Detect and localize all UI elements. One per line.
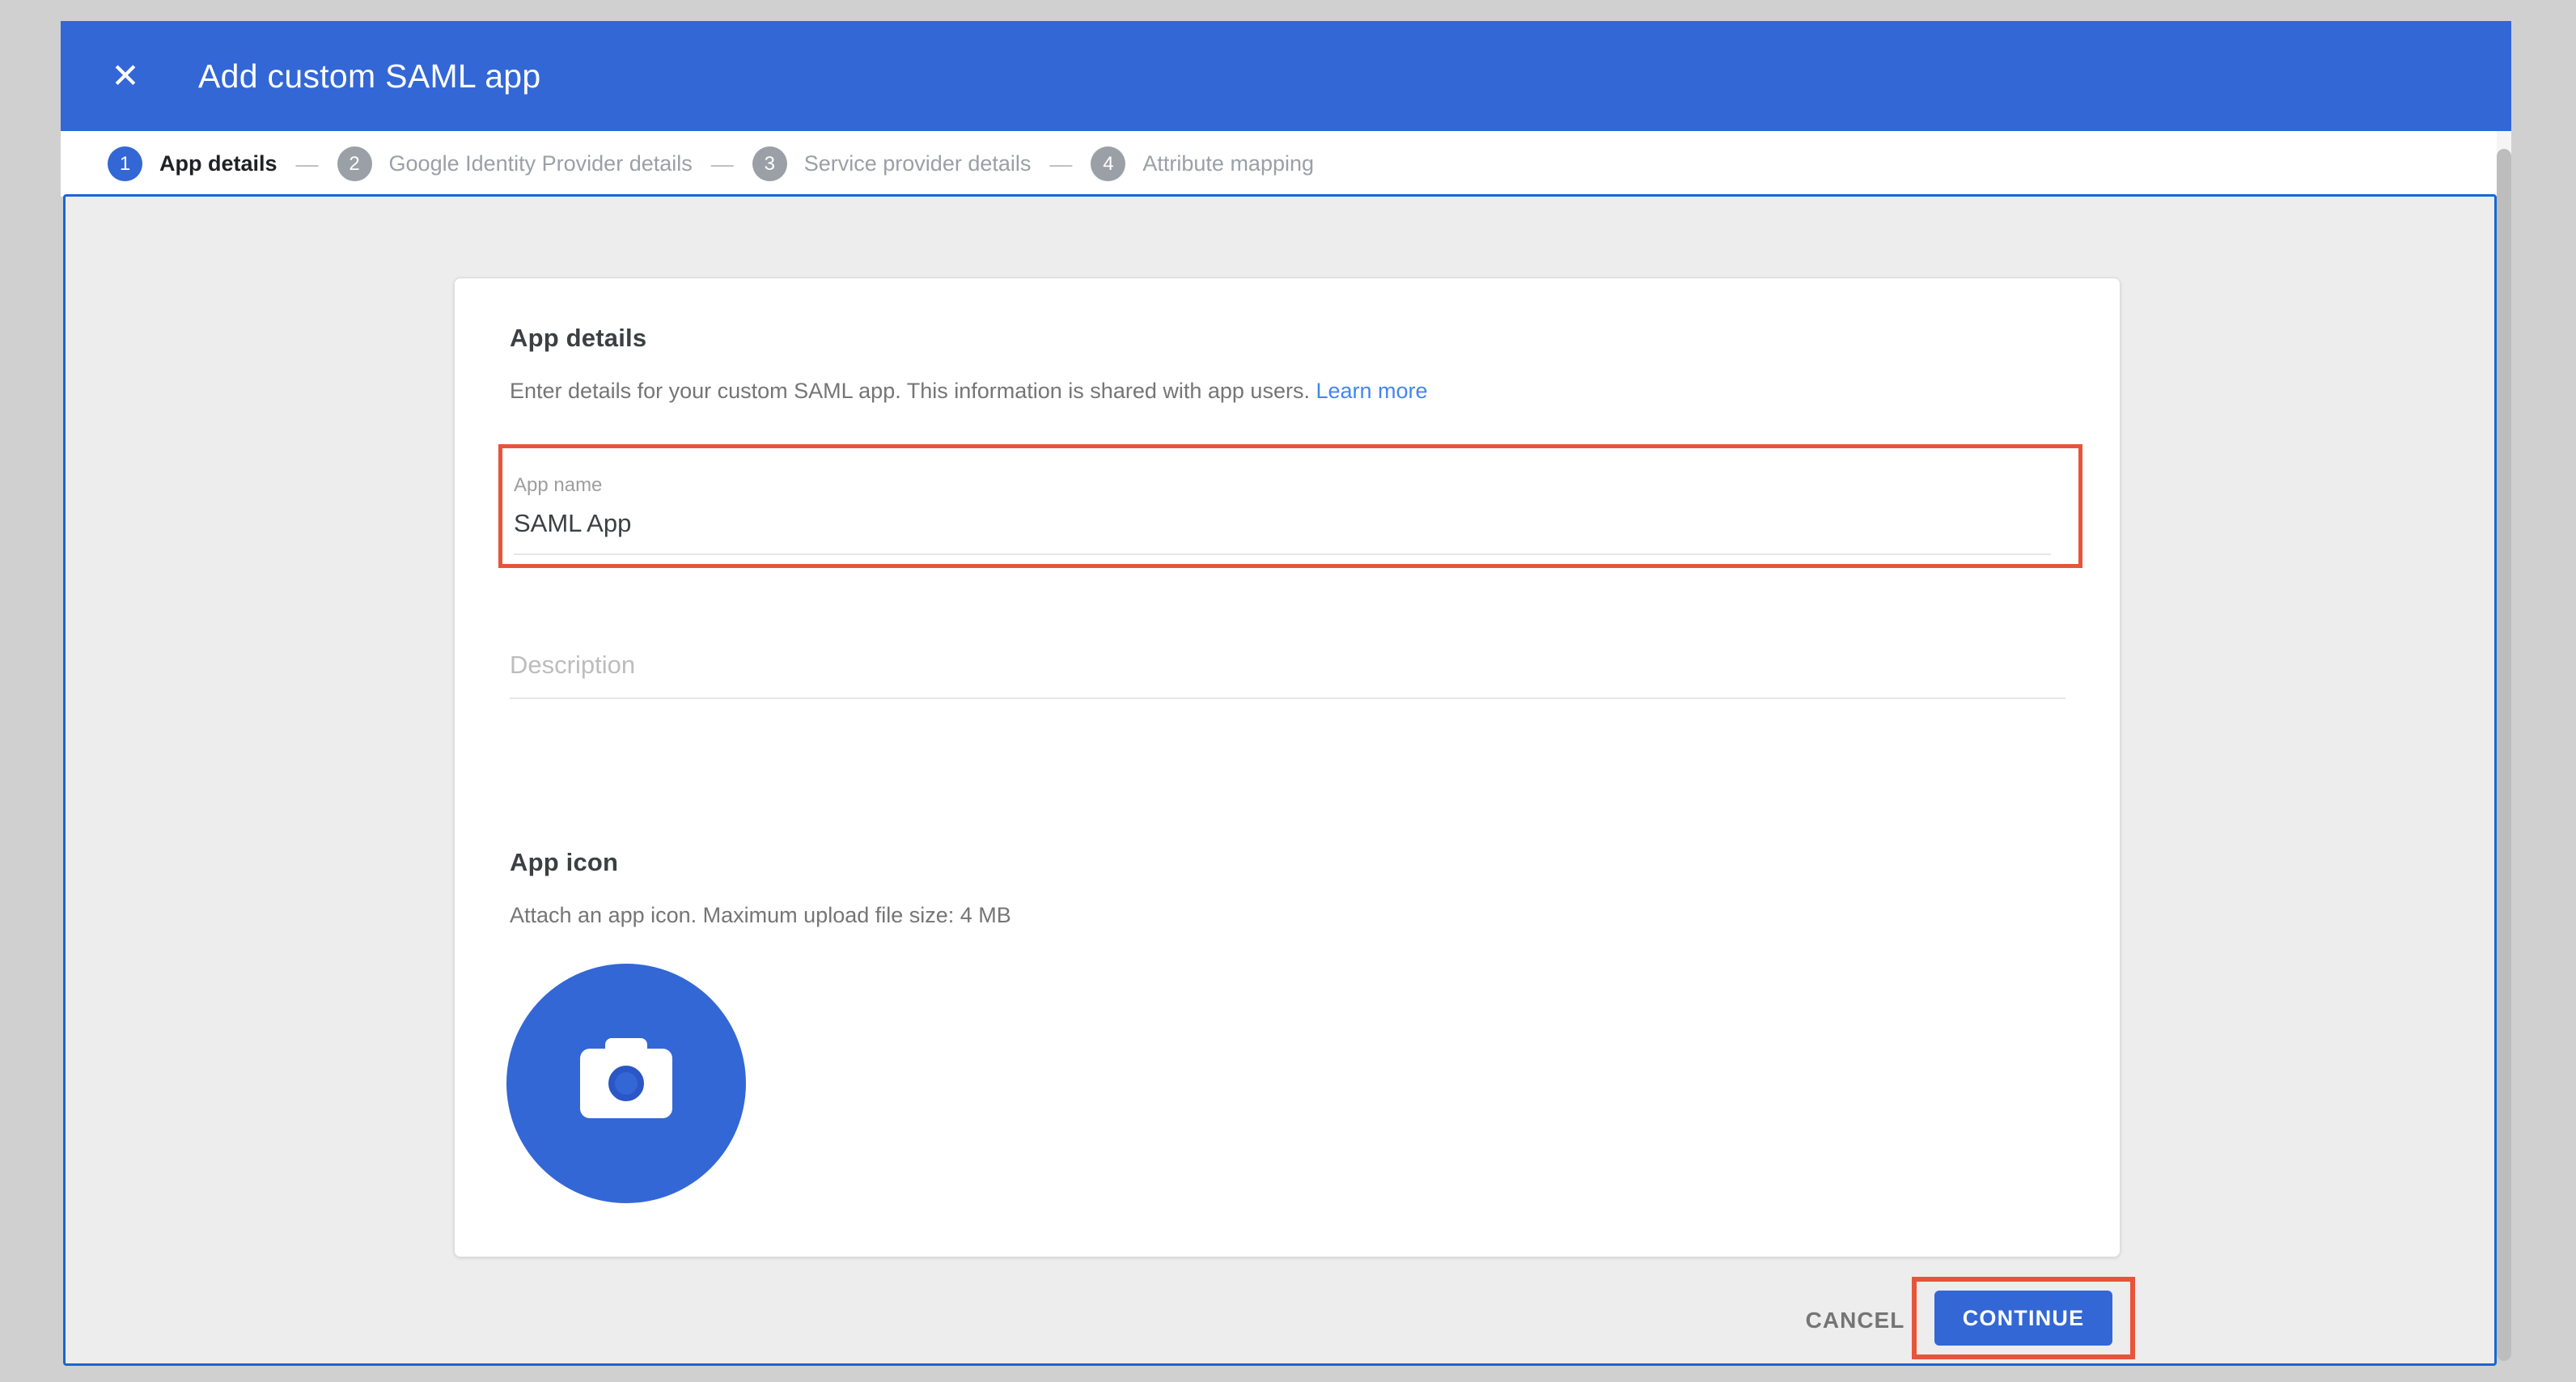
description-input[interactable]: Description: [510, 651, 2065, 699]
step-label: Service provider details: [804, 151, 1032, 176]
close-icon[interactable]: ✕: [103, 53, 148, 99]
card-subtitle-text: Enter details for your custom SAML app. …: [510, 379, 1310, 403]
input-underline: [514, 553, 2051, 555]
annotation-box-app-name: App name SAML App: [498, 444, 2082, 568]
annotation-box-continue: CONTINUE: [1912, 1277, 2135, 1359]
add-custom-saml-app-dialog: ✕ Add custom SAML app 1 App details — 2 …: [0, 0, 2576, 1382]
card-title: App details: [510, 324, 2120, 353]
dialog-body: App details Enter details for your custo…: [63, 194, 2497, 1366]
continue-button[interactable]: CONTINUE: [1934, 1291, 2112, 1346]
app-icon-subtitle: Attach an app icon. Maximum upload file …: [510, 903, 2065, 928]
step-app-details[interactable]: 1 App details: [108, 146, 278, 181]
dialog-title: Add custom SAML app: [198, 57, 541, 95]
step-separator: —: [711, 151, 734, 177]
app-details-card: App details Enter details for your custo…: [454, 278, 2121, 1257]
step-label: Attribute mapping: [1142, 151, 1314, 176]
cancel-button[interactable]: CANCEL: [1786, 1295, 1924, 1346]
app-name-label: App name: [514, 474, 2078, 497]
step-label: Google Identity Provider details: [389, 151, 693, 176]
step-attribute-mapping[interactable]: 4 Attribute mapping: [1091, 146, 1314, 181]
step-number-badge: 1: [108, 146, 142, 181]
step-separator: —: [1049, 151, 1072, 177]
step-number-badge: 3: [752, 146, 787, 181]
app-icon-upload-button[interactable]: [506, 964, 746, 1203]
camera-icon: [580, 1049, 672, 1118]
step-google-idp-details[interactable]: 2 Google Identity Provider details: [337, 146, 693, 181]
app-name-input[interactable]: App name SAML App: [514, 474, 2078, 555]
app-icon-title: App icon: [510, 848, 2120, 877]
description-placeholder: Description: [510, 651, 2065, 680]
card-subtitle: Enter details for your custom SAML app. …: [510, 379, 2065, 404]
wizard-stepper: 1 App details — 2 Google Identity Provid…: [61, 131, 2511, 197]
step-number-badge: 4: [1091, 146, 1125, 181]
step-label: App details: [159, 151, 278, 176]
step-separator: —: [296, 151, 319, 177]
learn-more-link[interactable]: Learn more: [1316, 379, 1427, 403]
step-service-provider-details[interactable]: 3 Service provider details: [752, 146, 1032, 181]
scrollbar-thumb[interactable]: [2497, 149, 2511, 1361]
step-number-badge: 2: [337, 146, 372, 181]
dialog-header: ✕ Add custom SAML app: [61, 21, 2511, 131]
app-name-value: SAML App: [514, 509, 2078, 538]
input-underline: [510, 697, 2065, 699]
